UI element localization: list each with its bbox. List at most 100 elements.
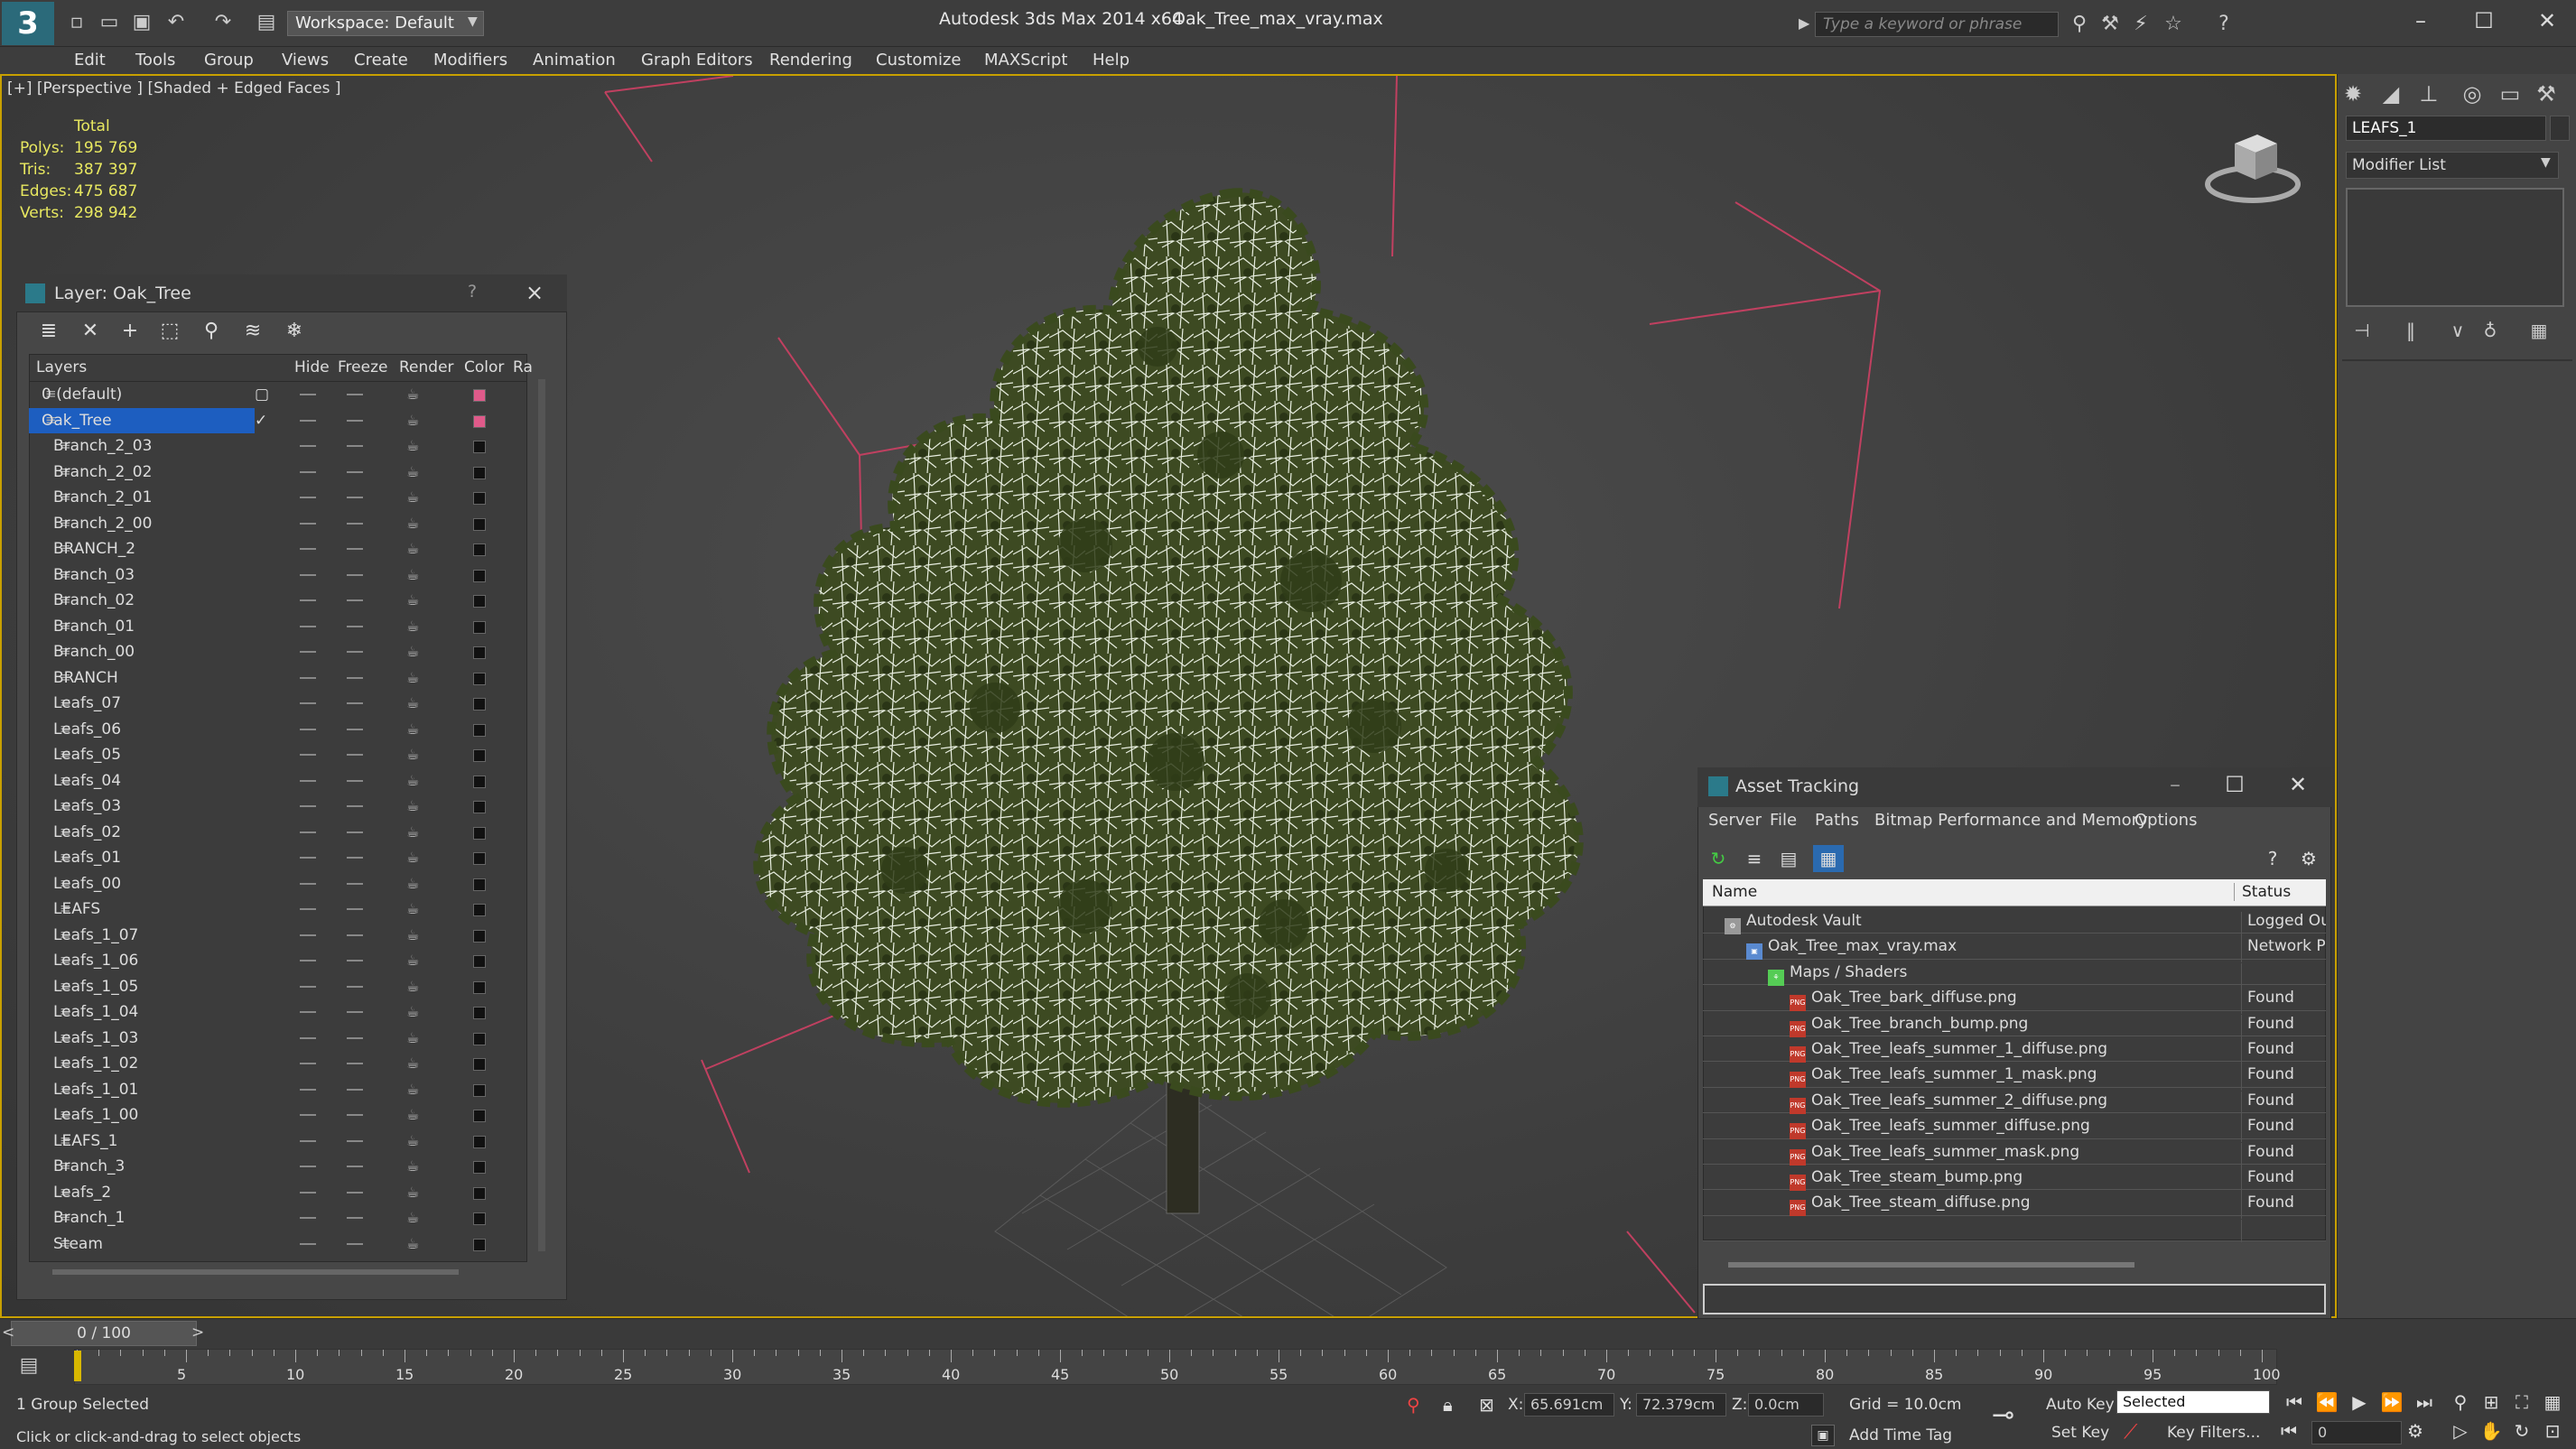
- freeze-toggle[interactable]: [347, 831, 363, 833]
- pan-icon[interactable]: ✋: [2478, 1417, 2505, 1444]
- layer-color-swatch[interactable]: [473, 1186, 486, 1200]
- create-tab-icon[interactable]: ✹: [2337, 78, 2369, 110]
- hide-toggle[interactable]: [300, 985, 316, 988]
- utilities-tab-icon[interactable]: ⚒: [2530, 78, 2562, 110]
- maximize-viewport-icon[interactable]: ⊡: [2539, 1417, 2566, 1444]
- set-key-button[interactable]: Set Key: [2051, 1421, 2109, 1444]
- layer-row[interactable]: ≡ Leafs_1_01 ☕: [29, 1077, 527, 1103]
- help-icon[interactable]: ?: [2212, 13, 2236, 36]
- hide-toggle[interactable]: [300, 831, 316, 833]
- render-teapot-icon[interactable]: ☕: [406, 772, 419, 789]
- render-teapot-icon[interactable]: ☕: [406, 1132, 419, 1149]
- remove-modifier-icon[interactable]: ♁: [2476, 318, 2505, 343]
- render-teapot-icon[interactable]: ☕: [406, 746, 419, 763]
- render-teapot-icon[interactable]: ☕: [406, 412, 419, 429]
- default-in-out-tangent-icon[interactable]: ⟋: [2124, 1421, 2147, 1444]
- layer-color-swatch[interactable]: [473, 1032, 486, 1045]
- viewport-label[interactable]: [+] [Perspective ] [Shaded + Edged Faces…: [7, 79, 340, 98]
- tree-view-icon[interactable]: ▤: [1773, 845, 1804, 872]
- object-color-swatch[interactable]: [2550, 116, 2570, 141]
- absolute-mode-icon[interactable]: ⊠: [1479, 1394, 1494, 1416]
- layer-row[interactable]: ≡ Leafs_1_00 ☕: [29, 1102, 527, 1129]
- make-unique-icon[interactable]: ∨: [2443, 318, 2472, 343]
- isolate-selection-icon[interactable]: ⚲: [1407, 1394, 1420, 1416]
- render-teapot-icon[interactable]: ☕: [406, 515, 419, 532]
- freeze-toggle[interactable]: [347, 985, 363, 988]
- asset-help-icon[interactable]: ?: [2257, 845, 2288, 872]
- column-render[interactable]: Render: [399, 354, 454, 381]
- layer-horizontal-scrollbar[interactable]: [52, 1269, 459, 1275]
- layer-name[interactable]: Branch_2_01: [53, 488, 152, 506]
- go-to-end-icon[interactable]: ⏭: [2411, 1389, 2438, 1416]
- hide-toggle[interactable]: [300, 1114, 316, 1116]
- layer-color-swatch[interactable]: [473, 1083, 486, 1097]
- freeze-toggle[interactable]: [347, 1114, 363, 1116]
- column-radiosity[interactable]: Ra: [513, 354, 533, 381]
- open-file-icon[interactable]: ▭: [98, 11, 121, 34]
- layer-row[interactable]: ≡ Leafs_03 ☕: [29, 794, 527, 820]
- freeze-toggle[interactable]: [347, 470, 363, 473]
- layer-row[interactable]: ≡ Leafs_1_04 ☕: [29, 999, 527, 1026]
- layer-row[interactable]: ≡ Leafs_07 ☕: [29, 691, 527, 717]
- layer-color-swatch[interactable]: [473, 878, 486, 891]
- layer-color-swatch[interactable]: [473, 441, 486, 453]
- freeze-toggle[interactable]: [347, 573, 363, 576]
- menu-tools[interactable]: Tools: [135, 47, 175, 74]
- layer-row[interactable]: ≡ Branch_2_00 ☕: [29, 511, 527, 537]
- layer-name[interactable]: Branch_00: [53, 643, 135, 661]
- layer-name[interactable]: Leafs_1_03: [53, 1029, 138, 1047]
- display-tab-icon[interactable]: ▭: [2494, 78, 2526, 110]
- minimize-button[interactable]: –: [2398, 5, 2443, 36]
- layer-color-swatch[interactable]: [473, 980, 486, 994]
- undo-icon[interactable]: ↶: [164, 11, 188, 34]
- hide-toggle[interactable]: [300, 1242, 316, 1245]
- highlight-layer-icon[interactable]: ⚲: [197, 318, 226, 345]
- layer-row[interactable]: ≡ 0 (default) ▢ ☕: [29, 382, 527, 408]
- asset-row[interactable]: PNG Oak_Tree_branch_bump.png Found: [1703, 1011, 2326, 1040]
- asset-row[interactable]: PNG Oak_Tree_leafs_summer_1_diffuse.png Fo…: [1703, 1036, 2326, 1065]
- menu-help[interactable]: Help: [1093, 47, 1130, 74]
- auto-key-button[interactable]: Auto Key: [2046, 1393, 2115, 1416]
- layer-color-swatch[interactable]: [473, 904, 486, 916]
- communication-center-icon[interactable]: ⚡: [2129, 13, 2153, 36]
- asset-row[interactable]: PNG Oak_Tree_steam_diffuse.png Found: [1703, 1190, 2326, 1220]
- hide-toggle[interactable]: [300, 1166, 316, 1167]
- layer-name[interactable]: Branch_2_02: [53, 463, 152, 481]
- render-teapot-icon[interactable]: ☕: [406, 875, 419, 892]
- layer-vertical-scrollbar[interactable]: [538, 379, 545, 1251]
- asset-menu-server[interactable]: Server: [1708, 811, 1762, 830]
- layer-name[interactable]: LEAFS_1: [53, 1132, 117, 1150]
- freeze-toggle[interactable]: [347, 1139, 363, 1142]
- render-teapot-icon[interactable]: ☕: [406, 1157, 419, 1175]
- asset-row[interactable]: PNG Oak_Tree_leafs_summer_1_mask.png Found: [1703, 1062, 2326, 1091]
- hide-toggle[interactable]: [300, 1088, 316, 1091]
- layer-name[interactable]: Branch_03: [53, 566, 135, 584]
- layer-name[interactable]: Branch_2_00: [53, 515, 152, 533]
- render-teapot-icon[interactable]: ☕: [406, 926, 419, 943]
- layer-row[interactable]: ≡ Leafs_1_02 ☕: [29, 1051, 527, 1077]
- app-menu-button[interactable]: 3: [2, 2, 54, 45]
- layer-row[interactable]: ≡ BRANCH_2 ☕: [29, 536, 527, 562]
- table-view-icon[interactable]: ▦: [1813, 845, 1844, 872]
- redo-icon[interactable]: ↷: [211, 11, 235, 34]
- asset-path-field[interactable]: [1703, 1284, 2326, 1314]
- asset-column-name[interactable]: Name: [1712, 883, 1757, 901]
- render-teapot-icon[interactable]: ☕: [406, 540, 419, 557]
- layer-row[interactable]: ≡ Leafs_1_06 ☕: [29, 948, 527, 974]
- hide-toggle[interactable]: [300, 497, 316, 498]
- freeze-toggle[interactable]: [347, 908, 363, 910]
- layer-row[interactable]: ≡ Leafs_05 ☕: [29, 742, 527, 768]
- hide-toggle[interactable]: [300, 1036, 316, 1039]
- layer-row[interactable]: ≡ Leafs_2 ☕: [29, 1180, 527, 1206]
- render-teapot-icon[interactable]: ☕: [406, 643, 419, 660]
- layer-name[interactable]: Steam: [53, 1235, 103, 1253]
- menu-modifiers[interactable]: Modifiers: [433, 47, 507, 74]
- layer-color-swatch[interactable]: [473, 1135, 486, 1148]
- render-teapot-icon[interactable]: ☕: [406, 849, 419, 866]
- freeze-toggle[interactable]: [347, 1011, 363, 1013]
- layer-color-swatch[interactable]: [473, 543, 486, 556]
- hide-toggle[interactable]: [300, 1011, 316, 1013]
- freeze-toggle[interactable]: [347, 933, 363, 936]
- layer-row[interactable]: ≡ Branch_2_01 ☕: [29, 485, 527, 511]
- freeze-toggle[interactable]: [347, 625, 363, 627]
